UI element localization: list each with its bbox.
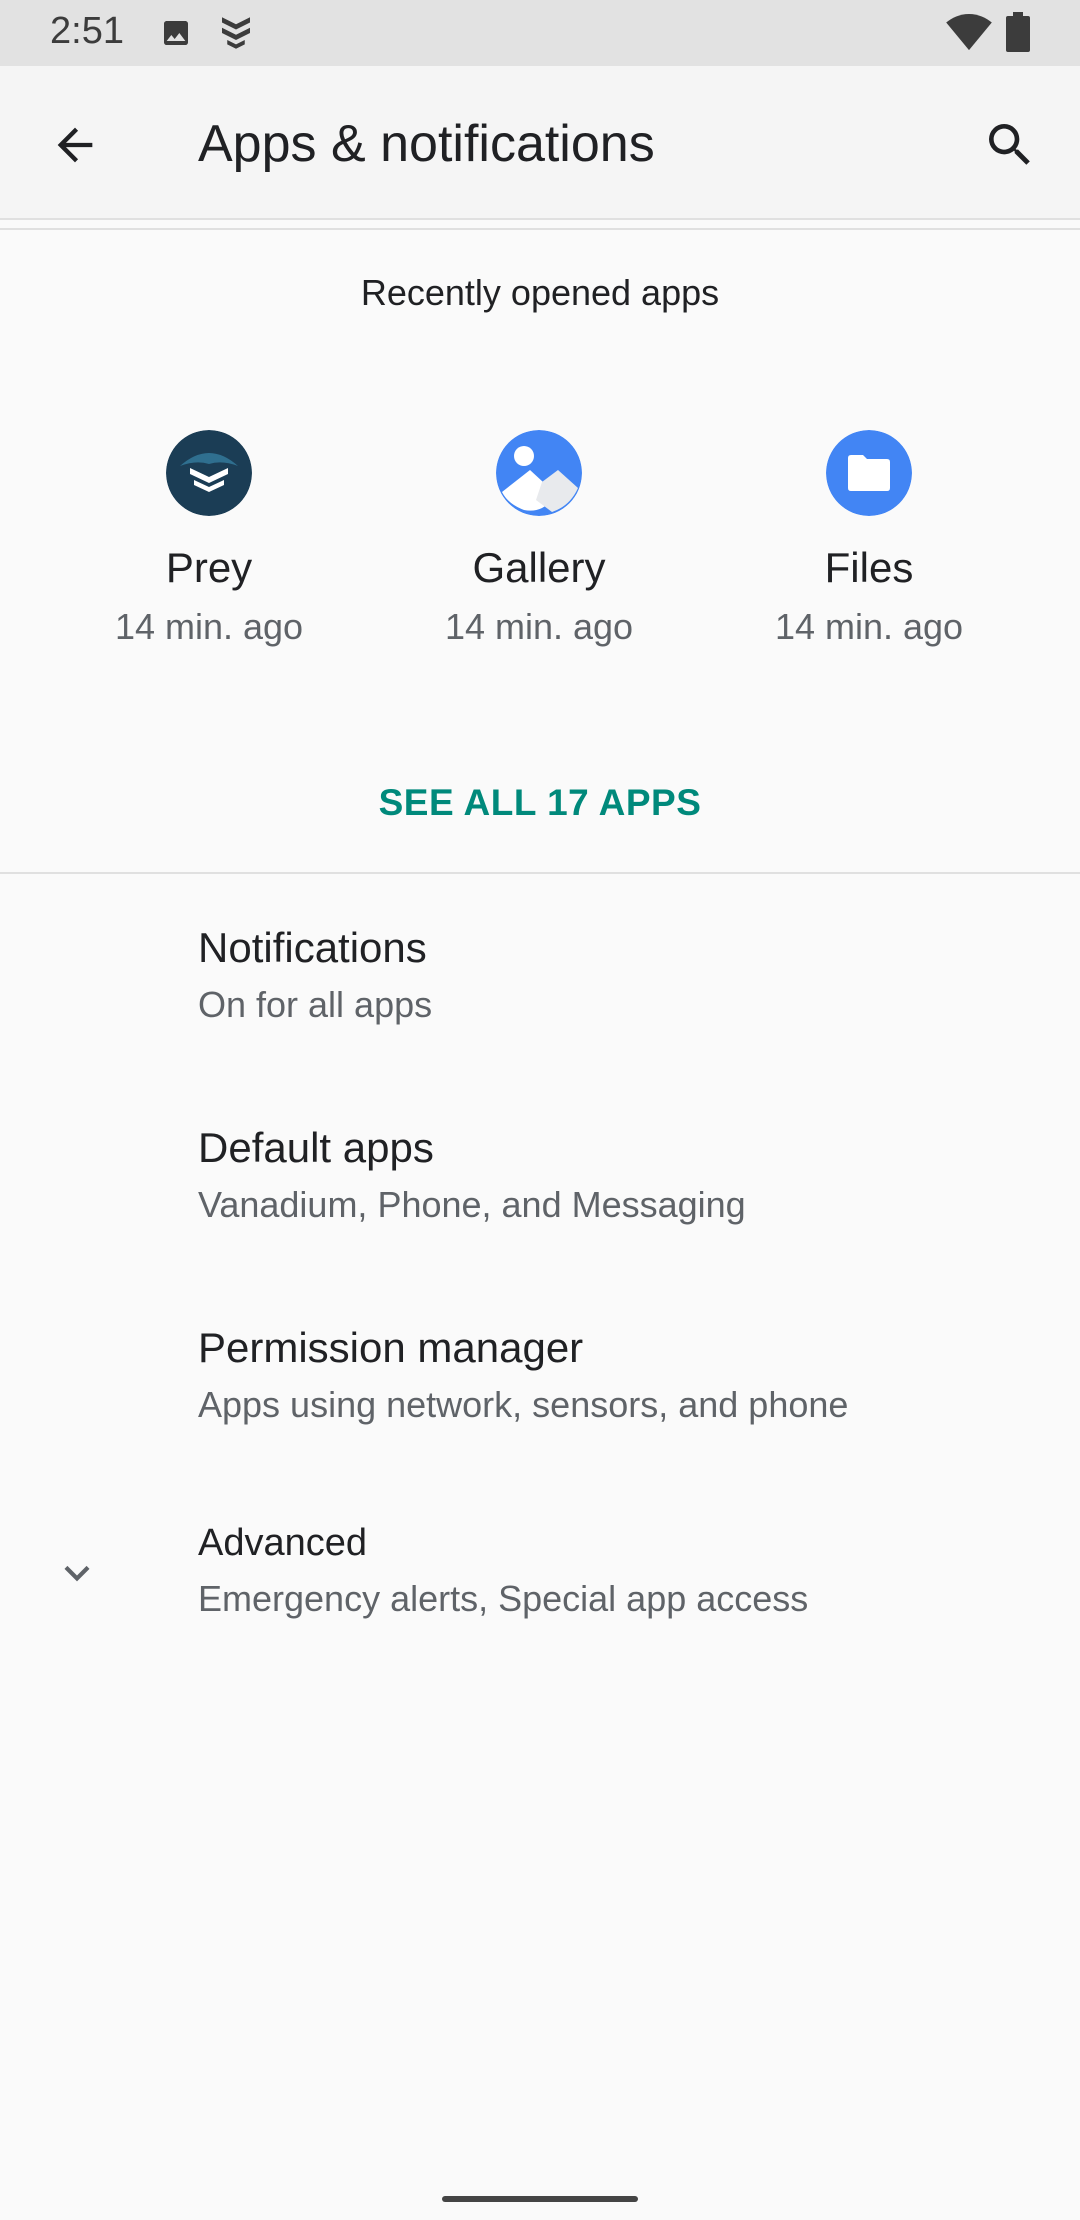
search-button[interactable]: [975, 110, 1045, 180]
prey-status-icon: [222, 17, 250, 49]
battery-icon: [1006, 12, 1030, 52]
recent-app-gallery[interactable]: Gallery 14 min. ago: [374, 430, 704, 648]
app-time: 14 min. ago: [774, 606, 964, 647]
item-title: Advanced: [198, 1522, 368, 1564]
prey-icon: [166, 430, 252, 516]
status-time: 2:51: [50, 10, 124, 52]
gallery-icon: [496, 430, 582, 516]
notifications-item[interactable]: Notifications On for all apps: [0, 900, 1080, 1080]
advanced-item[interactable]: Advanced Emergency alerts, Special app a…: [0, 1500, 1080, 1680]
app-name: Prey: [165, 544, 253, 591]
app-time: 14 min. ago: [444, 606, 634, 647]
see-all-apps-button[interactable]: SEE ALL 17 APPS: [0, 782, 1080, 824]
arrow-back-icon: [57, 127, 93, 163]
item-summary: Vanadium, Phone, and Messaging: [198, 1184, 746, 1225]
header-divider: [0, 228, 1080, 230]
item-title: Notifications: [198, 924, 427, 971]
app-bar: Apps & notifications: [0, 66, 1080, 220]
item-summary: Apps using network, sensors, and phone: [198, 1384, 849, 1425]
files-icon: [826, 430, 912, 516]
recent-apps-header: Recently opened apps: [360, 272, 720, 313]
back-button[interactable]: [40, 110, 110, 180]
chevron-down-icon: [64, 1565, 90, 1582]
recent-app-files[interactable]: Files 14 min. ago: [704, 430, 1034, 648]
recent-app-prey[interactable]: Prey 14 min. ago: [44, 430, 374, 648]
app-time: 14 min. ago: [114, 606, 304, 647]
page-title: Apps & notifications: [198, 115, 655, 173]
item-title: Default apps: [198, 1124, 434, 1171]
app-name: Gallery: [472, 544, 606, 591]
permission-manager-item[interactable]: Permission manager Apps using network, s…: [0, 1300, 1080, 1480]
status-bar: 2:51: [0, 0, 1080, 66]
search-icon: [989, 124, 1030, 165]
wifi-icon: [946, 14, 992, 51]
item-title: Permission manager: [198, 1324, 584, 1371]
app-name: Files: [824, 544, 914, 591]
item-summary: Emergency alerts, Special app access: [198, 1578, 809, 1619]
item-summary: On for all apps: [198, 984, 433, 1025]
home-indicator[interactable]: [442, 2196, 638, 2202]
default-apps-item[interactable]: Default apps Vanadium, Phone, and Messag…: [0, 1100, 1080, 1280]
image-icon: [164, 21, 188, 45]
section-divider: [0, 872, 1080, 874]
